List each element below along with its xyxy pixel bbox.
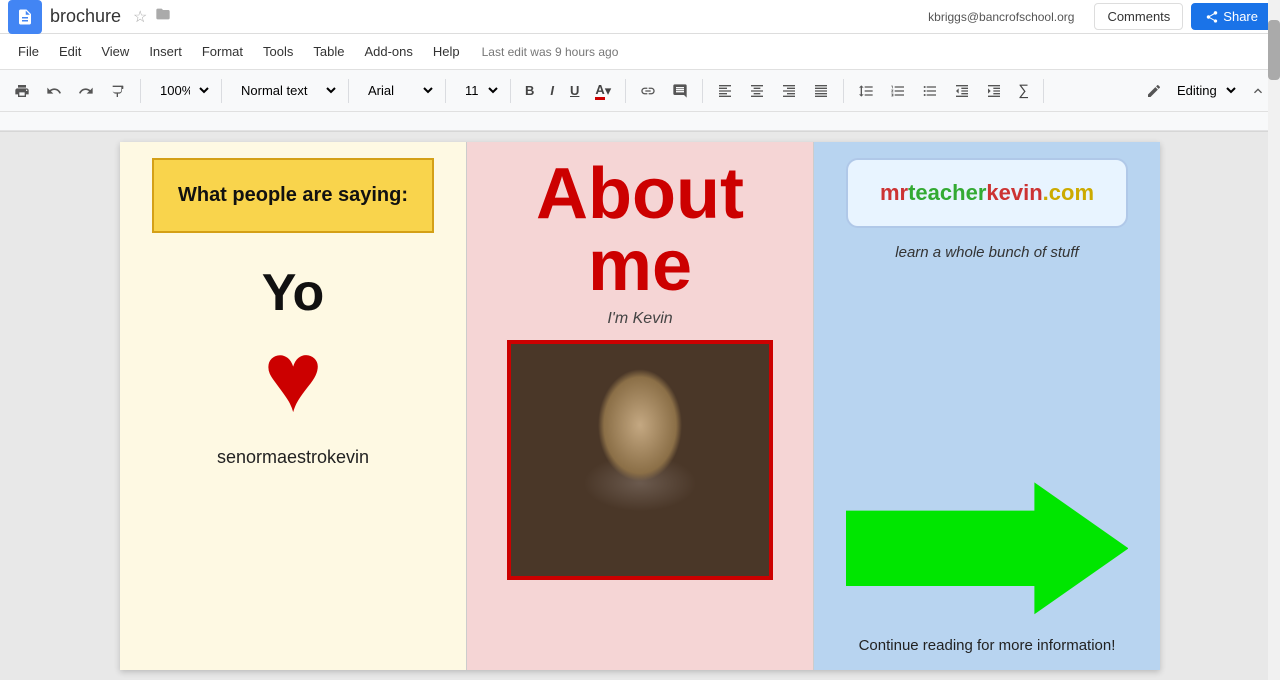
paint-format-button[interactable] xyxy=(104,79,132,103)
menu-addons[interactable]: Add-ons xyxy=(354,38,422,65)
yo-text: Yo xyxy=(262,263,325,323)
teacher-text: teacher xyxy=(908,180,986,205)
menu-edit[interactable]: Edit xyxy=(49,38,91,65)
comment-button[interactable] xyxy=(666,79,694,103)
top-bar: brochure ☆ kbriggs@bancrofschool.org Com… xyxy=(0,0,1280,34)
im-kevin-text: I'm Kevin xyxy=(607,310,672,328)
font-select[interactable]: Arial xyxy=(357,78,437,103)
text-color-button[interactable]: A▾ xyxy=(589,78,617,104)
comments-button[interactable]: Comments xyxy=(1094,3,1183,30)
italic-button[interactable]: I xyxy=(544,79,560,102)
menu-bar: File Edit View Insert Format Tools Table… xyxy=(0,34,1280,70)
name-text: senormaestrokevin xyxy=(217,447,369,468)
print-button[interactable] xyxy=(8,79,36,103)
star-icon[interactable]: ☆ xyxy=(133,7,147,27)
panel-2: About me I'm Kevin xyxy=(467,142,814,670)
formula-button[interactable]: ∑ xyxy=(1012,78,1035,103)
justify-button[interactable] xyxy=(807,79,835,103)
align-center-button[interactable] xyxy=(743,79,771,103)
document-area: What people are saying: Yo ♥ senormaestr… xyxy=(0,132,1280,680)
font-size-select[interactable]: 11 xyxy=(454,78,502,103)
decrease-indent-button[interactable] xyxy=(948,79,976,103)
underline-button[interactable]: U xyxy=(564,79,585,102)
website-box: mrteacherkevin.com xyxy=(846,158,1129,228)
continue-text: Continue reading for more information! xyxy=(859,637,1116,654)
zoom-select[interactable]: 100% xyxy=(149,78,213,103)
learn-text: learn a whole bunch of stuff xyxy=(895,244,1078,261)
photo-inner xyxy=(511,344,770,576)
menu-help[interactable]: Help xyxy=(423,38,470,65)
editing-area: Editing xyxy=(1146,78,1272,103)
user-info: kbriggs@bancrofschool.org xyxy=(928,10,1074,24)
increase-indent-button[interactable] xyxy=(980,79,1008,103)
menu-view[interactable]: View xyxy=(91,38,139,65)
menu-tools[interactable]: Tools xyxy=(253,38,303,65)
link-button[interactable] xyxy=(634,79,662,103)
photo-frame xyxy=(507,340,774,580)
panel-3: mrteacherkevin.com learn a whole bunch o… xyxy=(814,142,1160,670)
menu-file[interactable]: File xyxy=(8,38,49,65)
toolbar: 100% Normal text Arial 11 B I U A▾ xyxy=(0,70,1280,112)
last-edit-label: Last edit was 9 hours ago xyxy=(482,45,619,59)
menu-format[interactable]: Format xyxy=(192,38,253,65)
dot-com-text: .com xyxy=(1043,180,1094,205)
align-right-button[interactable] xyxy=(775,79,803,103)
pages-container: What people are saying: Yo ♥ senormaestr… xyxy=(120,142,1160,670)
redo-button[interactable] xyxy=(72,79,100,103)
website-text: mrteacherkevin.com xyxy=(858,180,1117,206)
bullet-list-button[interactable] xyxy=(916,79,944,103)
share-button[interactable]: Share xyxy=(1191,3,1272,30)
line-spacing-button[interactable] xyxy=(852,79,880,103)
yellow-box-text: What people are saying: xyxy=(178,184,408,206)
mr-text: mr xyxy=(880,180,908,205)
about-me-text: About me xyxy=(483,158,797,302)
numbered-list-button[interactable] xyxy=(884,79,912,103)
kevin-text: kevin xyxy=(986,180,1042,205)
undo-button[interactable] xyxy=(40,79,68,103)
yellow-box: What people are saying: xyxy=(152,158,435,233)
align-left-button[interactable] xyxy=(711,79,739,103)
style-select[interactable]: Normal text xyxy=(230,78,340,103)
green-arrow-svg xyxy=(846,473,1129,624)
photo-placeholder xyxy=(511,344,770,576)
arrow-container xyxy=(846,473,1129,629)
ruler xyxy=(0,112,1280,132)
menu-table[interactable]: Table xyxy=(303,38,354,65)
heart-icon: ♥ xyxy=(263,327,322,427)
bold-button[interactable]: B xyxy=(519,79,540,102)
menu-insert[interactable]: Insert xyxy=(139,38,192,65)
editing-select[interactable]: Editing xyxy=(1166,78,1240,103)
scrollbar[interactable] xyxy=(1268,132,1280,680)
panel-1: What people are saying: Yo ♥ senormaestr… xyxy=(120,142,467,670)
app-icon[interactable] xyxy=(8,0,42,34)
folder-icon[interactable] xyxy=(155,6,171,27)
doc-title: brochure xyxy=(50,6,121,27)
